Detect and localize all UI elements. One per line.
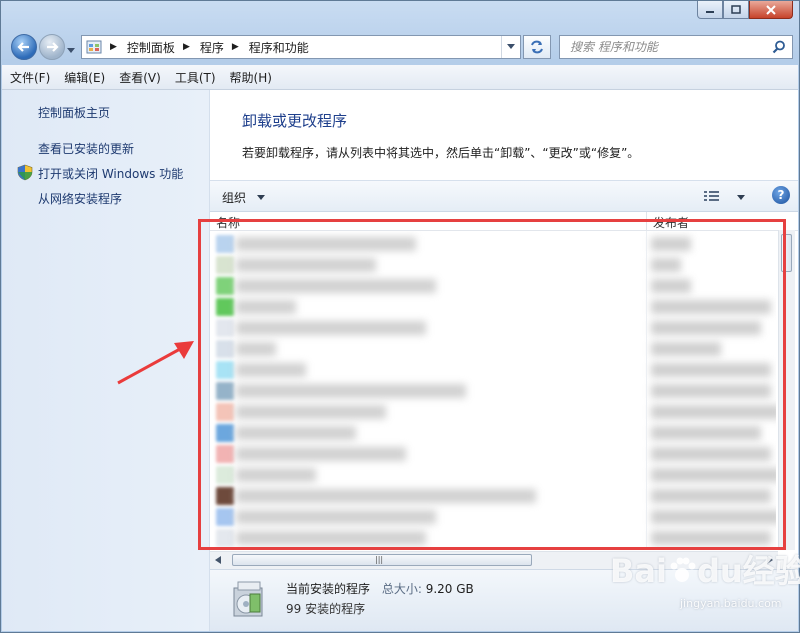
- watermark-brand-2: du: [696, 552, 743, 590]
- chevron-down-icon: [256, 195, 265, 200]
- installed-programs-icon: [233, 581, 263, 617]
- watermark-suffix: 经验: [742, 552, 800, 590]
- refresh-icon: [531, 40, 543, 54]
- menu-view[interactable]: 查看(V): [119, 69, 161, 86]
- address-dropdown[interactable]: [501, 36, 520, 58]
- maximize-button[interactable]: [723, 1, 749, 19]
- installed-title: 当前安装的程序: [286, 582, 371, 596]
- control-panel-home-link[interactable]: 控制面板主页: [38, 104, 110, 121]
- maximize-icon: [731, 5, 741, 14]
- close-button[interactable]: [749, 1, 793, 19]
- details-view-icon: [704, 191, 720, 201]
- minimize-icon: [706, 10, 714, 13]
- menu-tools[interactable]: 工具(T): [175, 69, 216, 86]
- organize-label: 组织: [222, 191, 247, 205]
- arrow-right-icon: [47, 42, 59, 52]
- navigation-bar: ▶ 控制面板 ▶ 程序 ▶ 程序和功能: [9, 31, 793, 61]
- annotation-arrow-icon: [117, 341, 194, 385]
- search-icon[interactable]: [772, 40, 786, 54]
- control-panel-icon: [86, 40, 102, 54]
- caption-buttons: [697, 1, 793, 19]
- arrow-left-icon[interactable]: [215, 556, 221, 564]
- breadcrumb-separator: ▶: [182, 42, 190, 52]
- breadcrumb-separator: ▶: [231, 42, 239, 52]
- address-bar[interactable]: ▶ 控制面板 ▶ 程序 ▶ 程序和功能: [81, 35, 521, 59]
- minimize-button[interactable]: [697, 1, 723, 19]
- chevron-down-icon: [737, 195, 745, 200]
- back-button[interactable]: [11, 34, 37, 60]
- installed-summary: 当前安装的程序 总大小: 9.20 GB: [286, 580, 474, 597]
- breadcrumb-separator: ▶: [110, 42, 117, 52]
- search-input[interactable]: [568, 39, 772, 55]
- chevron-down-icon: [507, 44, 515, 49]
- recent-pages-dropdown[interactable]: [67, 43, 75, 57]
- menu-edit[interactable]: 编辑(E): [64, 69, 105, 86]
- breadcrumb-programs-and-features[interactable]: 程序和功能: [249, 39, 309, 56]
- refresh-button[interactable]: [523, 35, 551, 59]
- page-description: 若要卸载程序，请从列表中将其选中，然后单击“卸载”、“更改”或“修复”。: [242, 146, 640, 160]
- paw-icon: [670, 557, 696, 582]
- menu-help[interactable]: 帮助(H): [230, 69, 272, 86]
- search-box[interactable]: [559, 35, 793, 59]
- menu-file[interactable]: 文件(F): [10, 69, 50, 86]
- view-installed-updates-link[interactable]: 查看已安装的更新: [38, 140, 134, 157]
- total-size-label: 总大小:: [381, 582, 422, 596]
- install-from-network-link[interactable]: 从网络安装程序: [38, 190, 122, 207]
- forward-button[interactable]: [39, 34, 65, 60]
- page-title: 卸载或更改程序: [242, 112, 348, 130]
- windows-features-link[interactable]: 打开或关闭 Windows 功能: [38, 165, 183, 182]
- highlight-box: [198, 219, 786, 550]
- grip-icon: |||: [375, 555, 384, 564]
- installed-count: 99 安装的程序: [286, 602, 366, 616]
- breadcrumb-control-panel[interactable]: 控制面板: [127, 39, 175, 56]
- baidu-watermark: Bai du经验: [610, 546, 800, 592]
- help-button[interactable]: ?: [772, 186, 790, 204]
- command-bar: 组织 ?: [210, 180, 798, 212]
- close-icon: [766, 4, 776, 15]
- menu-bar: 文件(F) 编辑(E) 查看(V) 工具(T) 帮助(H): [2, 65, 798, 90]
- watermark-url: jingyan.baidu.com: [680, 597, 782, 610]
- arrow-left-icon: [17, 42, 29, 52]
- organize-button[interactable]: 组织: [222, 189, 266, 206]
- change-view-button[interactable]: [704, 190, 746, 205]
- shield-icon: [17, 164, 33, 181]
- breadcrumb-programs[interactable]: 程序: [200, 39, 224, 56]
- total-size-value: 9.20 GB: [425, 582, 474, 596]
- chevron-down-icon: [67, 48, 75, 53]
- watermark-brand: Bai: [610, 552, 667, 590]
